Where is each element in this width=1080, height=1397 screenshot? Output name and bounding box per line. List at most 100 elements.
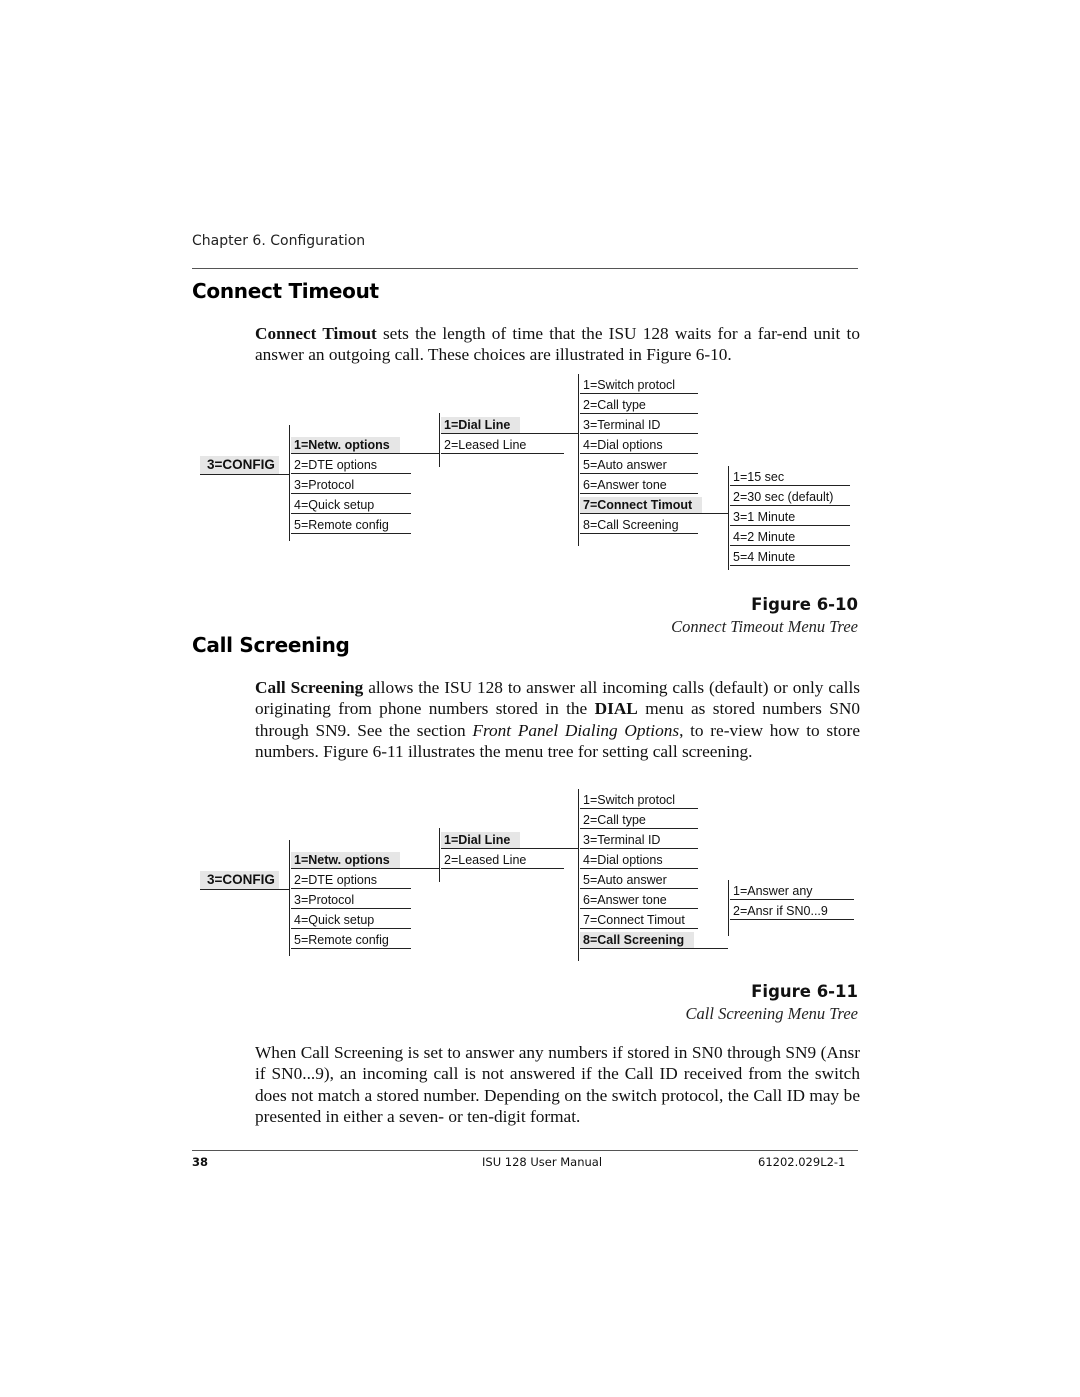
- menu-option-2-ansr-if-sn0-9[interactable]: 2=Ansr if SN0...9: [730, 902, 854, 920]
- menu-option-5-4-minute[interactable]: 5=4 Minute: [730, 548, 850, 566]
- menu-item-4-quick-setup[interactable]: 4=Quick setup: [291, 911, 411, 929]
- footer-rule: [192, 1150, 858, 1151]
- call-screening-paragraph: Call Screening allows the ISU 128 to ans…: [255, 677, 860, 762]
- menu-option-4-2-minute[interactable]: 4=2 Minute: [730, 528, 850, 546]
- menu-option-label: 2=Ansr if SN0...9: [733, 904, 828, 918]
- menu-item-5-remote-config[interactable]: 5=Remote config: [291, 931, 411, 949]
- manual-title: ISU 128 User Manual: [482, 1155, 603, 1169]
- menu-item-2-dte-options[interactable]: 2=DTE options: [291, 456, 411, 474]
- menu-option-label: 1=15 sec: [733, 470, 785, 484]
- menu-item-label: 5=Auto answer: [583, 873, 667, 887]
- menu-option-1-15-sec[interactable]: 1=15 sec: [730, 468, 850, 486]
- menu-root-label: 3=CONFIG: [200, 456, 279, 474]
- menu-option-label: 3=1 Minute: [733, 510, 796, 524]
- menu-item-label: 1=Dial Line: [441, 417, 521, 433]
- menu-item-2-leased-line[interactable]: 2=Leased Line: [441, 436, 564, 454]
- header-rule: [192, 268, 858, 269]
- menu-item-label: 3=Terminal ID: [583, 833, 661, 847]
- menu-item-label: 5=Auto answer: [583, 458, 667, 472]
- menu-item-label: 2=DTE options: [294, 458, 378, 472]
- menu-item-3-protocol[interactable]: 3=Protocol: [291, 476, 411, 494]
- menu-item-label: 2=Call type: [583, 398, 646, 412]
- menu-item-7-connect-timout[interactable]: 7=Connect Timout: [580, 911, 698, 929]
- menu-item-5-auto-answer[interactable]: 5=Auto answer: [580, 456, 698, 474]
- menu-item-3-protocol[interactable]: 3=Protocol: [291, 891, 411, 909]
- menu-item-1-dial-line[interactable]: 1=Dial Line: [441, 831, 579, 849]
- menu-item-label: 6=Answer tone: [583, 478, 667, 492]
- menu-option-label: 2=30 sec (default): [733, 490, 834, 504]
- menu-option-label: 4=2 Minute: [733, 530, 796, 544]
- document-number: 61202.029L2-1: [758, 1155, 846, 1169]
- root-connector: [200, 474, 290, 475]
- menu-item-2-call-type[interactable]: 2=Call type: [580, 396, 698, 414]
- menu-item-label: 4=Dial options: [583, 853, 663, 867]
- menu-item-label: 1=Dial Line: [441, 832, 521, 848]
- menu-item-label: 7=Connect Timout: [583, 913, 685, 927]
- menu-item-4-dial-options[interactable]: 4=Dial options: [580, 436, 698, 454]
- level4-bracket: [728, 466, 729, 570]
- menu-item-label: 2=Leased Line: [444, 438, 527, 452]
- level2-bracket: [439, 413, 440, 467]
- level4-bracket: [728, 880, 729, 936]
- running-head: Chapter 6. Configuration: [192, 233, 366, 249]
- menu-item-2-leased-line[interactable]: 2=Leased Line: [441, 851, 564, 869]
- menu-item-1-netw-options[interactable]: 1=Netw. options: [291, 851, 439, 869]
- menu-item-6-answer-tone[interactable]: 6=Answer tone: [580, 476, 698, 494]
- menu-item-5-auto-answer[interactable]: 5=Auto answer: [580, 871, 698, 889]
- menu-item-label: 4=Dial options: [583, 438, 663, 452]
- page-number: 38: [192, 1155, 209, 1169]
- menu-option-1-answer-any[interactable]: 1=Answer any: [730, 882, 854, 900]
- level3-bracket: [578, 374, 579, 546]
- root-connector: [200, 889, 290, 890]
- menu-item-label: 2=Leased Line: [444, 853, 527, 867]
- cross-reference-front-panel-dialing-options[interactable]: Front Panel Dialing Options: [472, 721, 679, 740]
- menu-item-5-remote-config[interactable]: 5=Remote config: [291, 516, 411, 534]
- term-call-screening: Call Screening: [255, 678, 364, 697]
- menu-item-6-answer-tone[interactable]: 6=Answer tone: [580, 891, 698, 909]
- connect-timeout-paragraph: Connect Timout sets the length of time t…: [255, 323, 860, 366]
- figure-6-10-caption: Connect Timeout Menu Tree: [671, 617, 858, 636]
- menu-item-label: 2=DTE options: [294, 873, 378, 887]
- figure-6-11-caption: Call Screening Menu Tree: [685, 1004, 858, 1023]
- menu-item-label: 8=Call Screening: [583, 518, 679, 532]
- menu-item-label: 4=Quick setup: [294, 498, 375, 512]
- menu-item-label: 4=Quick setup: [294, 913, 375, 927]
- menu-option-label: 1=Answer any: [733, 884, 813, 898]
- menu-item-label: 1=Switch protocl: [583, 793, 676, 807]
- menu-item-8-call-screening[interactable]: 8=Call Screening: [580, 931, 728, 949]
- menu-item-1-dial-line[interactable]: 1=Dial Line: [441, 416, 579, 434]
- level3-bracket: [578, 789, 579, 961]
- figure-6-10-title: Figure 6-10: [751, 595, 858, 614]
- level2-bracket: [439, 828, 440, 882]
- menu-option-3-1-minute[interactable]: 3=1 Minute: [730, 508, 850, 526]
- menu-item-2-call-type[interactable]: 2=Call type: [580, 811, 698, 829]
- menu-item-4-dial-options[interactable]: 4=Dial options: [580, 851, 698, 869]
- menu-item-label: 5=Remote config: [294, 933, 389, 947]
- term-dial: DIAL: [594, 699, 638, 719]
- menu-item-1-switch-protocl[interactable]: 1=Switch protocl: [580, 791, 698, 809]
- menu-root-node[interactable]: 3=CONFIG: [200, 456, 290, 474]
- menu-item-4-quick-setup[interactable]: 4=Quick setup: [291, 496, 411, 514]
- menu-item-8-call-screening[interactable]: 8=Call Screening: [580, 516, 698, 534]
- figure-6-11-title: Figure 6-11: [751, 982, 858, 1001]
- menu-option-label: 5=4 Minute: [733, 550, 796, 564]
- section-heading-call-screening: Call Screening: [192, 633, 350, 657]
- menu-item-label: 1=Netw. options: [291, 437, 400, 453]
- menu-root-node[interactable]: 3=CONFIG: [200, 871, 290, 889]
- menu-item-label: 2=Call type: [583, 813, 646, 827]
- level1-bracket: [289, 425, 290, 541]
- menu-item-1-switch-protocl[interactable]: 1=Switch protocl: [580, 376, 698, 394]
- menu-item-2-dte-options[interactable]: 2=DTE options: [291, 871, 411, 889]
- menu-item-label: 8=Call Screening: [580, 932, 695, 948]
- menu-option-2-30-sec-default[interactable]: 2=30 sec (default): [730, 488, 850, 506]
- menu-item-label: 1=Switch protocl: [583, 378, 676, 392]
- menu-item-1-netw-options[interactable]: 1=Netw. options: [291, 436, 439, 454]
- menu-item-3-terminal-id[interactable]: 3=Terminal ID: [580, 416, 698, 434]
- menu-item-label: 5=Remote config: [294, 518, 389, 532]
- menu-item-label: 1=Netw. options: [291, 852, 400, 868]
- term-connect-timout: Connect Timout: [255, 324, 377, 343]
- menu-item-3-terminal-id[interactable]: 3=Terminal ID: [580, 831, 698, 849]
- menu-item-label: 3=Protocol: [294, 478, 355, 492]
- call-id-paragraph: When Call Screening is set to answer any…: [255, 1043, 860, 1126]
- menu-item-7-connect-timout[interactable]: 7=Connect Timout: [580, 496, 728, 514]
